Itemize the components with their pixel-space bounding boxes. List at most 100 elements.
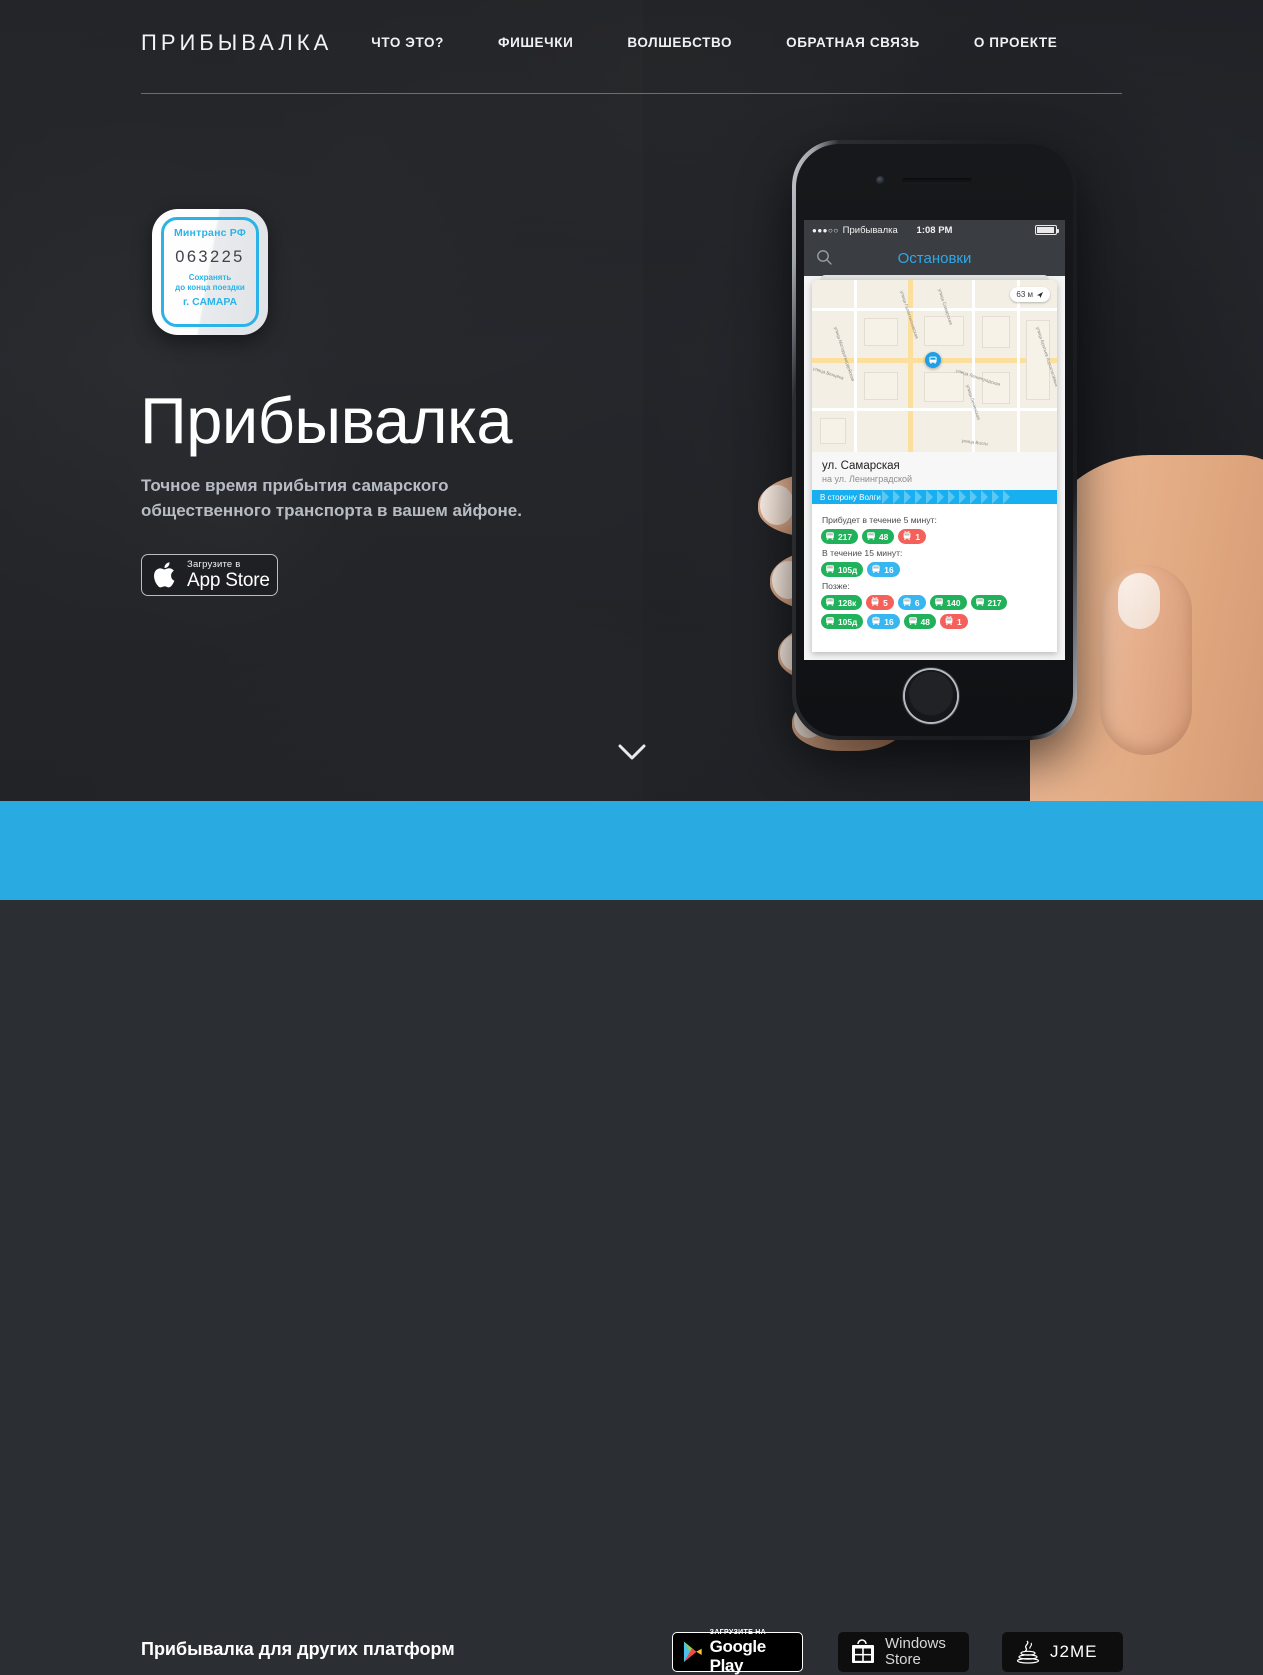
route-number: 48 [920, 616, 930, 627]
route-number: 5 [883, 597, 888, 608]
app-store-small-label: Загрузите в [187, 559, 241, 570]
bus-icon [825, 597, 835, 609]
j2me-label: J2ME [1050, 1642, 1098, 1661]
app-store-button[interactable]: Загрузите в App Store [141, 554, 278, 596]
stop-cross-street: на ул. Ленинградской [822, 474, 913, 484]
arrivals-list: Прибудет в течение 5 минут: 217 48 1 В течен… [812, 504, 1057, 635]
j2me-button[interactable]: J2ME [1002, 1632, 1123, 1672]
ticket-graphic: Минтранс РФ 063225 Сохранять до конца по… [161, 217, 259, 327]
ticket-note-line1: Сохранять [188, 273, 232, 282]
bus-icon [825, 564, 835, 576]
route-number: 16 [884, 564, 894, 575]
nav-link-1[interactable]: ФИШЕЧКИ [498, 35, 573, 50]
route-badge[interactable]: 16 [867, 562, 900, 577]
direction-bar: В сторону Волги [812, 490, 1057, 504]
java-icon [1016, 1640, 1040, 1664]
app-store-label: App Store [187, 570, 270, 591]
page-title: Прибывалка [140, 384, 513, 457]
route-number: 105д [838, 564, 858, 575]
google-play-icon [683, 1641, 702, 1663]
trolleybus-icon [944, 615, 954, 628]
ticket-note-line2: до конца поездки [175, 282, 245, 292]
top-navigation: ПРИБЫВАЛКА ЧТО ЭТО? ФИШЕЧКИ ВОЛШЕБСТВО ОБРА… [0, 0, 1263, 95]
app-navbar: Остановки [804, 240, 1065, 276]
arrival-group-label: В течение 15 минут: [822, 548, 903, 558]
trolleybus-icon [902, 530, 912, 543]
search-icon[interactable] [816, 249, 833, 266]
brand-logo[interactable]: ПРИБЫВАЛКА [141, 30, 332, 56]
route-badge[interactable]: 1 [898, 529, 926, 544]
route-number: 6 [914, 597, 920, 608]
chevron-down-icon[interactable] [617, 742, 647, 764]
front-camera-icon [876, 176, 885, 185]
hand-holding-phone: ●●●○○ Прибывалка 1:08 PM Остановки улица… [660, 110, 1263, 801]
route-number: 217 [838, 531, 852, 542]
app-icon: Минтранс РФ 063225 Сохранять до конца по… [152, 209, 268, 335]
map-view[interactable]: улица Молодогвардейская улица Галактионо… [812, 280, 1057, 452]
windows-store-button[interactable]: Windows Store [838, 1632, 969, 1672]
nav-link-2[interactable]: ВОЛШЕБСТВО [627, 35, 732, 50]
phone-screen: ●●●○○ Прибывалка 1:08 PM Остановки улица… [804, 220, 1065, 660]
navbar-title: Остановки [897, 249, 972, 267]
route-badge[interactable]: 16 [867, 614, 900, 629]
bus-icon [825, 616, 835, 628]
phone-device: ●●●○○ Прибывалка 1:08 PM Остановки улица… [792, 140, 1077, 740]
route-badge[interactable]: 217 [821, 529, 858, 544]
arrival-group-label: Прибудет в течение 5 минут: [822, 515, 937, 525]
nav-links: ЧТО ЭТО? ФИШЕЧКИ ВОЛШЕБСТВО ОБРАТНАЯ СВЯЗЬ О… [371, 35, 1057, 50]
stop-info: ул. Самарская на ул. Ленинградской [812, 452, 1057, 490]
status-time: 1:08 PM [916, 224, 953, 236]
apple-icon [153, 560, 179, 590]
navigation-arrow-icon [1037, 291, 1043, 298]
trolleybus-icon [870, 596, 880, 609]
route-number: 1 [915, 531, 920, 542]
google-play-button[interactable]: ЗАГРУЗИТЕ НА Google Play [672, 1629, 803, 1675]
route-badge[interactable]: 1 [939, 614, 968, 629]
hero-subtitle-line1: Точное время прибытия самарского [141, 476, 449, 495]
ticket-city: г. САМАРА [182, 296, 238, 308]
thumb-nail [1118, 573, 1160, 629]
stop-name: ул. Самарская [822, 460, 900, 472]
route-number: 105д [838, 616, 858, 627]
phone-body: ●●●○○ Прибывалка 1:08 PM Остановки улица… [796, 144, 1073, 736]
route-badge-group: 105д 16 [821, 562, 1048, 577]
route-badge[interactable]: 5 [866, 595, 894, 610]
route-number: 128к [838, 597, 857, 608]
footer-bar: Прибывалка для других платформ ЗАГРУЗИТЕ… [0, 801, 1263, 1675]
earpiece-speaker [902, 178, 972, 184]
direction-chevrons-icon [882, 490, 1057, 504]
footer-title: Прибывалка для других платформ [141, 1639, 455, 1659]
distance-value: 63 м [1016, 290, 1033, 299]
route-badge[interactable]: 6 [897, 595, 926, 610]
route-badge[interactable]: 105д [821, 562, 864, 577]
route-badge[interactable]: 48 [861, 529, 895, 544]
stop-card[interactable]: улица Молодогвардейская улица Галактионо… [812, 280, 1057, 652]
home-button[interactable] [905, 670, 957, 722]
distance-badge: 63 м [1010, 287, 1050, 302]
route-badge[interactable]: 217 [970, 595, 1008, 610]
route-number: 217 [987, 597, 1002, 608]
nav-link-0[interactable]: ЧТО ЭТО? [371, 35, 444, 50]
route-badge[interactable]: 48 [903, 614, 936, 629]
route-badge[interactable]: 140 [929, 595, 967, 610]
status-bar: ●●●○○ Прибывалка 1:08 PM [804, 220, 1065, 240]
bus-icon [825, 531, 835, 543]
street-label: улица Венцека [812, 366, 845, 381]
ticket-number: 063225 [175, 248, 245, 266]
route-number: 16 [884, 616, 894, 627]
windows-store-label-line2: Store [885, 1651, 921, 1668]
fingernail-1 [760, 485, 794, 525]
bus-icon [908, 616, 918, 628]
direction-label: В сторону Волги [820, 492, 881, 502]
windows-store-icon [852, 1639, 874, 1663]
hero-subtitle: Точное время прибытия самарского обществ… [141, 473, 522, 523]
nav-link-3[interactable]: ОБРАТНАЯ СВЯЗЬ [786, 35, 920, 50]
route-number: 1 [956, 616, 962, 627]
route-badge[interactable]: 105д [821, 614, 864, 629]
google-play-label: Google Play [709, 1637, 767, 1675]
nav-link-4[interactable]: О ПРОЕКТЕ [974, 35, 1058, 50]
bus-stop-marker-icon[interactable] [925, 352, 941, 368]
windows-store-label-line1: Windows [885, 1635, 946, 1652]
route-badge[interactable]: 128к [821, 595, 863, 610]
bus-icon [975, 597, 985, 609]
